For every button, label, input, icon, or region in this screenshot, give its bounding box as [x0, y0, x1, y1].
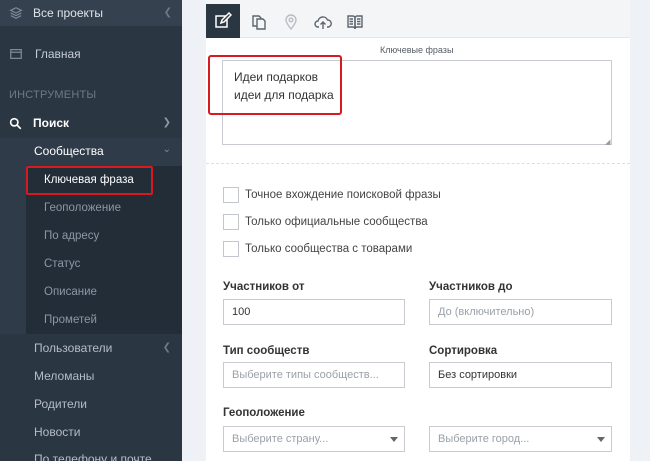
caret-down-icon [597, 437, 605, 442]
members-to-input[interactable]: До (включительно) [429, 299, 612, 325]
home-icon [10, 49, 22, 59]
sort-select[interactable]: Без сортировки [429, 362, 612, 388]
sidebar-item-prometheus[interactable]: Прометей [26, 306, 182, 334]
members-from-label: Участников от [223, 281, 305, 293]
sidebar-item-news[interactable]: Новости [0, 418, 182, 446]
checkbox-official[interactable] [223, 214, 239, 230]
sidebar-item-label: Главная [35, 47, 81, 61]
sidebar-item-by-address[interactable]: По адресу [26, 222, 182, 250]
community-type-select[interactable]: Выберите типы сообществ... [223, 362, 405, 388]
search-icon [9, 117, 22, 129]
checkbox-label: Только сообщества с товарами [245, 243, 413, 255]
city-select-placeholder: Выберите город... [438, 433, 530, 445]
city-select[interactable]: Выберите город... [429, 426, 612, 452]
chevron-left-icon: ❮ [162, 342, 171, 353]
book-icon [347, 15, 363, 30]
sidebar-item-label: Поиск [33, 116, 70, 130]
cloud-upload-icon [314, 16, 332, 29]
sidebar-item-music-lovers[interactable]: Меломаны [0, 362, 182, 390]
sidebar-item-users[interactable]: Пользователи ❮ [0, 334, 182, 362]
keywords-label: Ключевые фразы [380, 45, 454, 55]
sidebar-item-label: Сообщества [34, 144, 104, 158]
community-type-label: Тип сообществ [223, 345, 310, 357]
divider [206, 163, 630, 164]
checkbox-label: Только официальные сообщества [245, 216, 428, 228]
members-to-label: Участников до [429, 281, 513, 293]
sidebar-item-parents[interactable]: Родители [0, 390, 182, 418]
tab-copy[interactable] [243, 6, 275, 38]
tab-bar [206, 0, 630, 38]
chevron-down-icon: ⌄ [162, 144, 171, 155]
edit-icon [215, 12, 232, 28]
checkbox-with-goods[interactable] [223, 241, 239, 257]
country-select-placeholder: Выберите страну... [232, 433, 329, 445]
sidebar-item-home[interactable]: Главная [0, 40, 182, 68]
sidebar-item-status[interactable]: Статус [26, 250, 182, 278]
sidebar-item-communities[interactable]: Сообщества ⌄ [0, 138, 182, 164]
members-from-input[interactable]: 100 [223, 299, 405, 325]
sidebar-item-label: Пользователи [34, 341, 113, 355]
checkbox-with-goods-row[interactable]: Только сообщества с товарами [223, 240, 412, 258]
keywords-highlight-frame [208, 55, 342, 115]
country-select[interactable]: Выберите страну... [223, 426, 405, 452]
sidebar-item-by-phone-email[interactable]: По телефону и почте [0, 445, 182, 461]
sidebar-item-search[interactable]: Поиск ❯ [0, 110, 182, 136]
checkbox-exact-match-row[interactable]: Точное вхождение поисковой фразы [223, 186, 441, 204]
copy-icon [252, 15, 266, 30]
tab-edit[interactable] [206, 4, 240, 38]
layers-icon [9, 7, 23, 19]
checkbox-exact-match[interactable] [223, 187, 239, 203]
tab-upload[interactable] [307, 6, 339, 38]
search-form-panel: Ключевые фразы Идеи подарков идеи для по… [206, 0, 630, 461]
sidebar: Все проекты ❮ Главная ИНСТРУМЕНТЫ Поиск … [0, 0, 182, 461]
tab-book[interactable] [339, 6, 371, 38]
sort-label: Сортировка [429, 345, 498, 357]
chevron-down-icon: ❯ [162, 117, 171, 128]
caret-down-icon [390, 437, 398, 442]
sidebar-item-geolocation[interactable]: Геоположение [26, 194, 182, 222]
section-title-tools: ИНСТРУМЕНТЫ [9, 89, 97, 101]
chevron-left-icon: ❮ [163, 7, 172, 18]
keyword-highlight-frame [26, 166, 153, 195]
checkbox-label: Точное вхождение поисковой фразы [245, 189, 441, 201]
sidebar-item-description[interactable]: Описание [26, 278, 182, 306]
map-marker-icon [285, 14, 297, 31]
resize-handle-icon[interactable]: ◢ [605, 138, 610, 146]
geolocation-label: Геоположение [223, 407, 305, 419]
all-projects-label: Все проекты [33, 6, 104, 20]
all-projects-item[interactable]: Все проекты ❮ [0, 0, 182, 26]
tab-location[interactable] [275, 6, 307, 38]
checkbox-official-row[interactable]: Только официальные сообщества [223, 213, 428, 231]
